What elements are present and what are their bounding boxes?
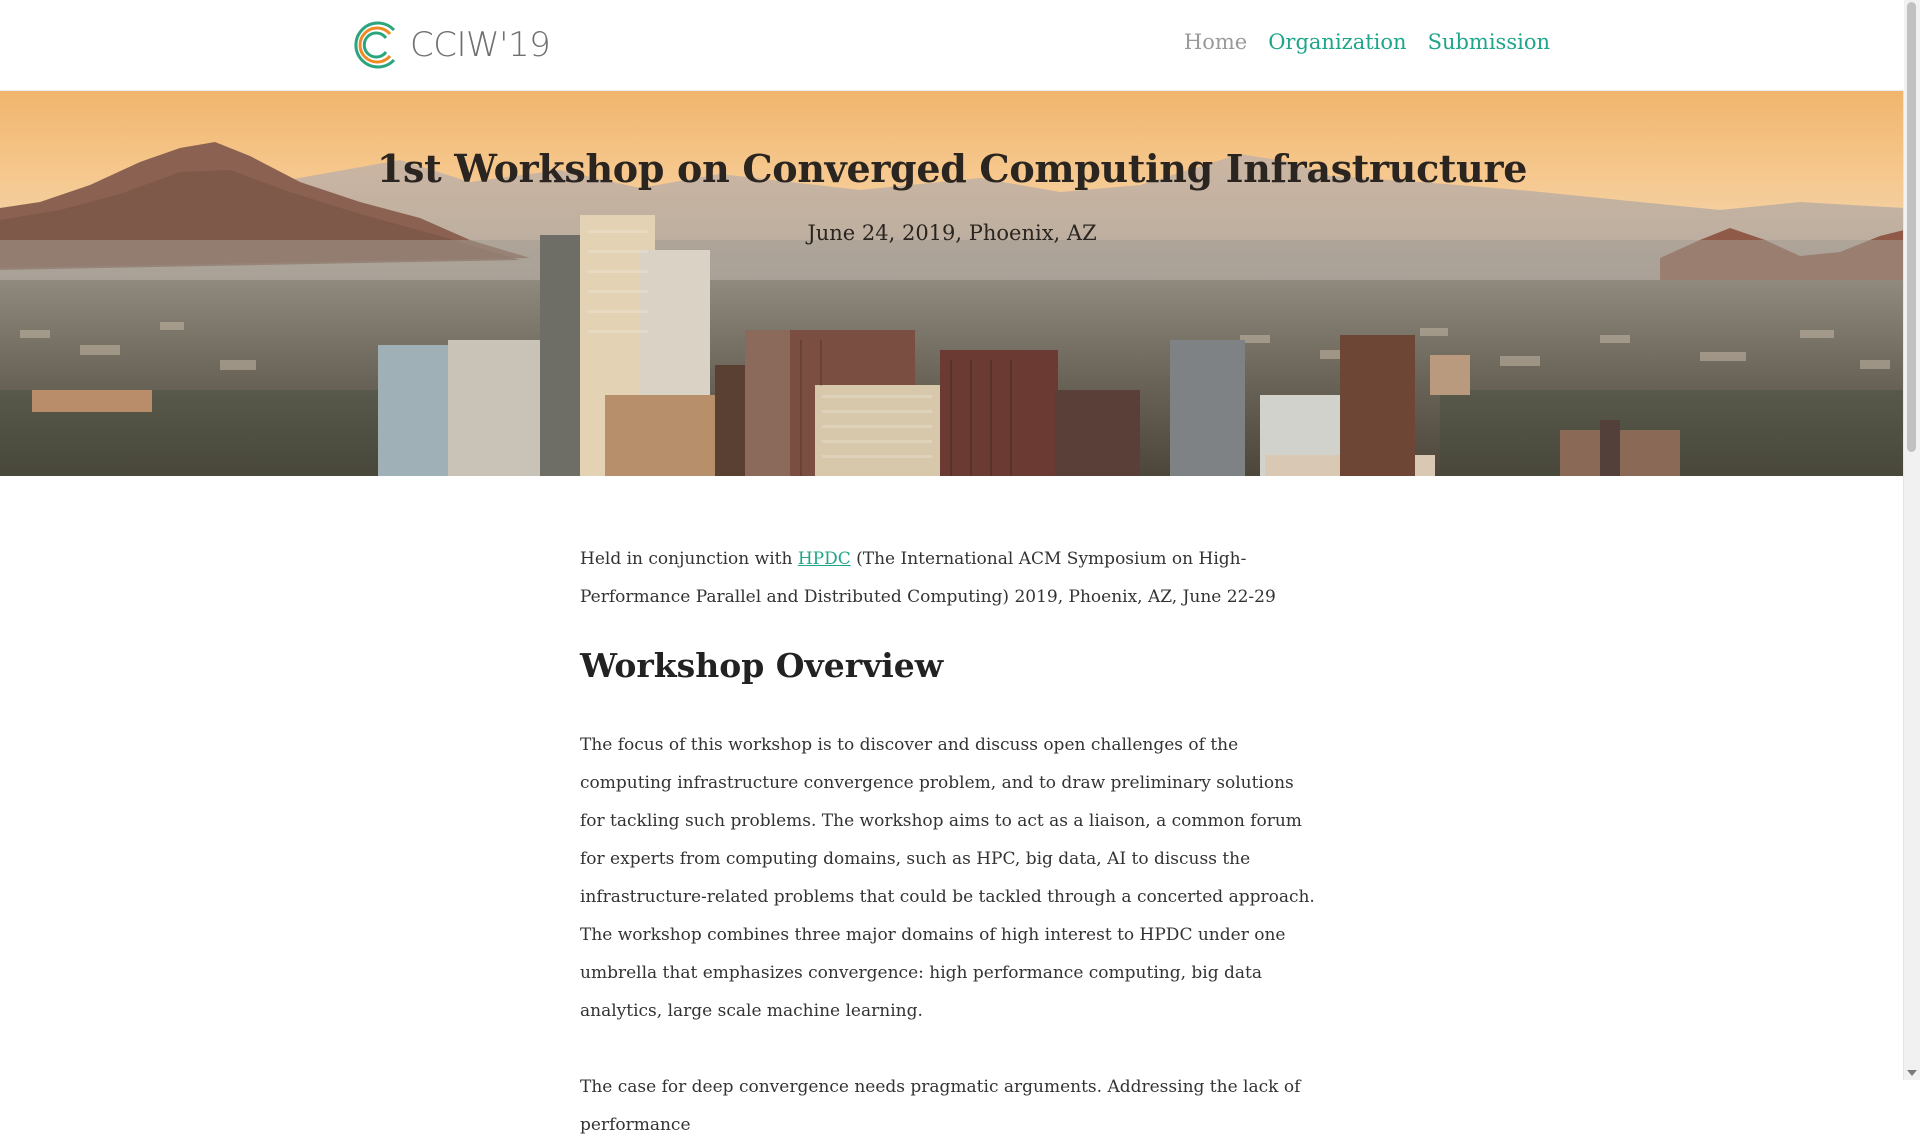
nav-organization[interactable]: Organization bbox=[1268, 30, 1406, 54]
main-content: Held in conjunction with HPDC (The Inter… bbox=[580, 540, 1320, 1144]
logo-text: CCIW'19 bbox=[410, 25, 551, 65]
nav-submission[interactable]: Submission bbox=[1428, 30, 1550, 54]
hpdc-link[interactable]: HPDC bbox=[798, 549, 851, 569]
section-heading-overview: Workshop Overview bbox=[580, 646, 944, 685]
top-navbar: CCIW'19 Home Organization Submission bbox=[0, 0, 1904, 91]
hero-banner: 1st Workshop on Converged Computing Infr… bbox=[0, 90, 1904, 476]
scrollbar-thumb[interactable] bbox=[1907, 2, 1916, 452]
event-date-location: June 24, 2019, Phoenix, AZ bbox=[807, 221, 1097, 245]
cciw-logo-icon bbox=[354, 21, 396, 69]
intro-text-before: Held in conjunction with bbox=[580, 549, 798, 569]
intro-paragraph: Held in conjunction with HPDC (The Inter… bbox=[580, 540, 1320, 616]
overview-paragraph-2: The case for deep convergence needs prag… bbox=[580, 1077, 1301, 1135]
page-title: 1st Workshop on Converged Computing Infr… bbox=[376, 146, 1528, 191]
scroll-down-icon[interactable] bbox=[1907, 1070, 1917, 1076]
main-nav: Home Organization Submission bbox=[1184, 30, 1550, 54]
page-scrollbar[interactable] bbox=[1903, 0, 1920, 1080]
site-logo[interactable]: CCIW'19 bbox=[352, 17, 551, 73]
overview-paragraph-1: The focus of this workshop is to discove… bbox=[580, 735, 1315, 1021]
nav-home[interactable]: Home bbox=[1184, 30, 1247, 54]
